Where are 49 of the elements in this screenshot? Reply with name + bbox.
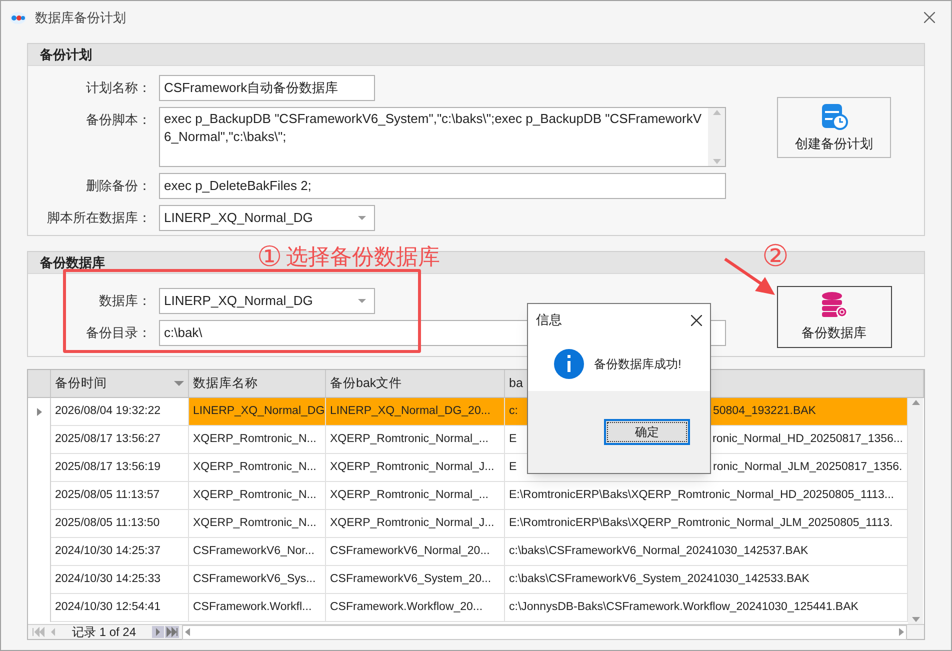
table-cell: 2025/08/05 11:13:50 [51,510,189,538]
table-cell: CSFramework.Workflow_20... [326,594,505,622]
step-number: ② [762,240,789,274]
record-counter: 记录 1 of 24 [72,624,138,641]
table-cell: XQERP_Romtronic_Normal_... [326,482,505,510]
table-cell: XQERP_Romtronic_Normal_J... [326,454,505,482]
table-cell: 2025/08/17 13:56:19 [51,454,189,482]
dialog-message: 备份数据库成功! [594,356,682,372]
field-label: 计划名称： [85,79,151,97]
field-label: 备份目录： [85,324,151,342]
step-number: ① [257,242,282,272]
table-cell: XQERP_Romtronic_N... [189,482,326,510]
table-cell: XQERP_Romtronic_N... [189,426,326,454]
table-cell: XQERP_Romtronic_N... [189,510,326,538]
table-cell: XQERP_Romtronic_N... [189,454,326,482]
table-cell: 2024/10/30 14:25:37 [51,538,189,566]
field-label: 数据库： [98,292,151,310]
table-cell-text: ronic_Normal_HD_20250817_1356... [712,432,903,447]
table-cell: c:\baks\CSFrameworkV6_System_20241030_142533.BAK [505,566,908,594]
table-cell-text: 50804_193221.BAK [713,404,816,419]
table-cell: CSFrameworkV6_Sys... [189,566,326,594]
annotation-text: 选择备份数据库 [286,243,440,271]
table-cell: E [509,460,517,473]
table-cell: CSFrameworkV6_System_20... [326,566,505,594]
table-cell: LINERP_XQ_Normal_DG [189,398,326,426]
table-cell: XQERP_Romtronic_Normal_... [326,426,505,454]
script-text: exec p_BackupDB "CSFrameworkV6_System","c:\baks\";exec p_BackupDB "CSFrameworkV6_Normal","c:\baks\"; [163,110,702,146]
table-cell: 2024/10/30 14:25:33 [51,566,189,594]
table-cell: LINERP_XQ_Normal_DG_20... [326,398,505,426]
table-cell: c: [509,404,518,417]
table-cell: E [509,432,517,445]
field-label: 备份脚本： [85,111,151,129]
table-cell: CSFrameworkV6_Nor... [189,538,326,566]
table-cell: c:\JonnysDB-Baks\CSFramework.Workflow_20241030_125441.BAK [505,594,908,622]
window-title: 数据库备份计划 [35,8,127,27]
table-cell: 2024/10/30 12:54:41 [51,594,189,622]
table-cell-text: ronic_Normal_JLM_20250817_1356. [713,460,902,475]
table-cell: 2025/08/17 13:56:27 [51,426,189,454]
group-header: 备份计划 [28,44,924,66]
table-cell: 2025/08/05 11:13:57 [51,482,189,510]
table-cell: E:\RomtronicERP\Baks\XQERP_Romtronic_Normal_JLM_20250805_1113. [505,510,908,538]
table-cell: CSFrameworkV6_Normal_20... [326,538,505,566]
table-cell: 2026/08/04 19:32:22 [51,398,189,426]
field-label: 脚本所在数据库： [46,209,151,227]
field-label: 删除备份： [85,177,151,195]
table-cell: XQERP_Romtronic_Normal_J... [326,510,505,538]
table-cell: E:\RomtronicERP\Baks\XQERP_Romtronic_Normal_HD_20250805_1113... [505,482,908,510]
table-cell: CSFramework.Workfl... [189,594,326,622]
table-cell: c:\baks\CSFrameworkV6_Normal_20241030_142537.BAK [505,538,908,566]
